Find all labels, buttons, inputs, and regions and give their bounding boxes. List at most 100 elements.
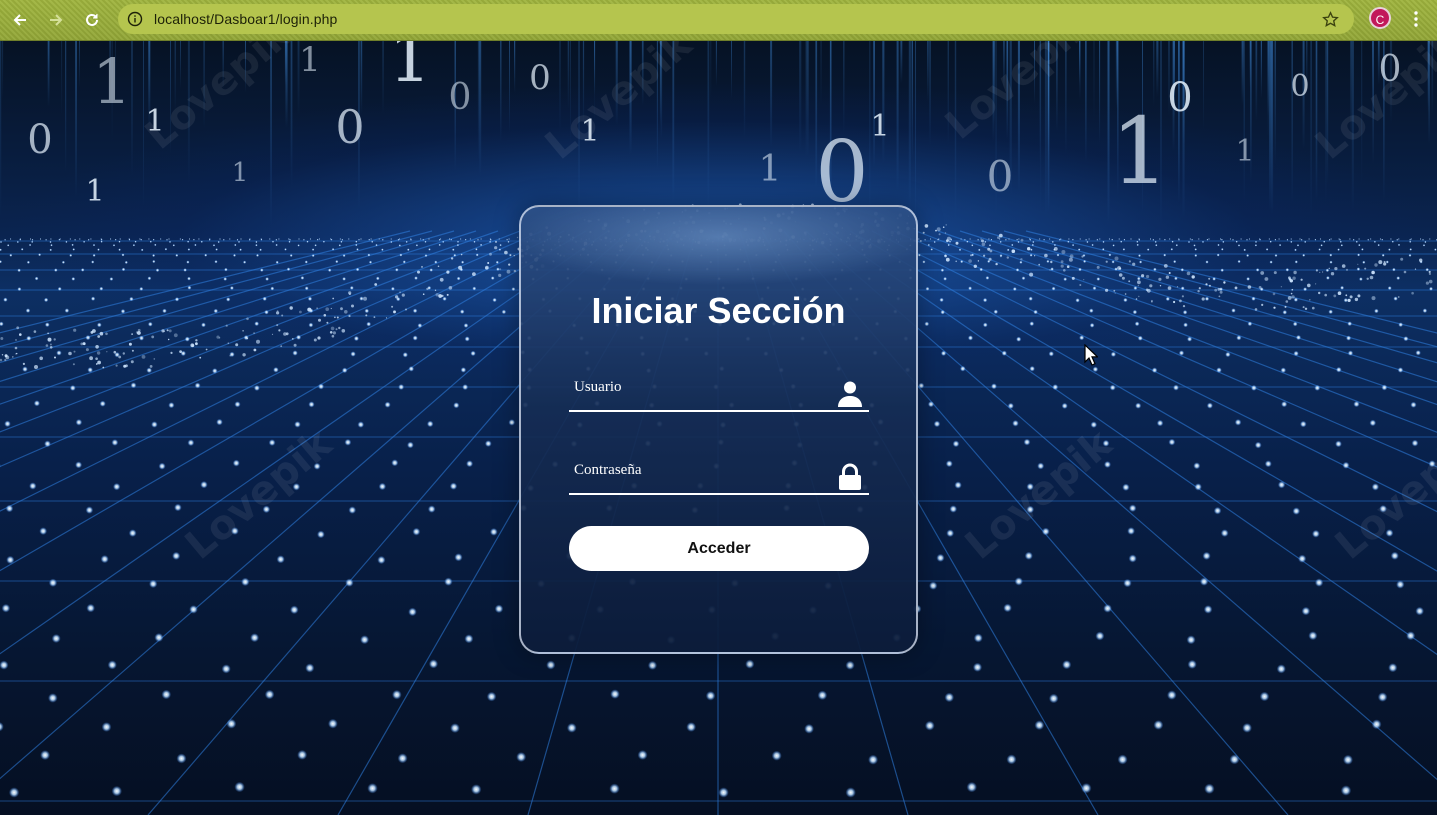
glow-dot — [1133, 286, 1138, 291]
glow-dot — [151, 421, 158, 428]
glow-dot — [1254, 240, 1258, 243]
glow-particle — [293, 343, 297, 347]
data-rain-streak — [1255, 41, 1258, 122]
glow-dot — [289, 254, 293, 257]
arrow-left-icon — [13, 14, 26, 26]
glow-dot — [253, 385, 260, 391]
glow-dot — [971, 244, 974, 247]
username-input[interactable] — [569, 370, 829, 410]
glow-dot — [1012, 287, 1017, 291]
glow-dot — [179, 238, 182, 240]
address-bar[interactable]: localhost/Dasboar1/login.php — [118, 4, 1354, 34]
forward-button[interactable] — [42, 6, 70, 34]
glow-dot — [1041, 527, 1050, 536]
grid-line — [0, 230, 609, 655]
glow-particle — [1137, 280, 1141, 285]
password-input[interactable] — [569, 453, 829, 493]
glow-dot — [74, 238, 76, 241]
glow-particle — [149, 365, 153, 368]
glow-dot — [1068, 238, 1070, 240]
data-rain-streak — [61, 41, 63, 116]
glow-dot — [1419, 238, 1422, 240]
glow-dot — [508, 238, 510, 240]
glow-dot — [114, 238, 117, 241]
glow-dot — [132, 244, 136, 247]
glow-dot — [1006, 248, 1010, 252]
binary-digit: 1 — [1235, 134, 1254, 169]
glow-particle — [516, 236, 519, 239]
glow-dot — [92, 253, 96, 257]
glow-dot — [308, 322, 314, 328]
glow-dot — [462, 384, 469, 391]
bookmark-button[interactable] — [1320, 9, 1340, 29]
glow-particle — [326, 321, 329, 324]
glow-dot — [1408, 253, 1412, 257]
browser-menu-button[interactable] — [1405, 6, 1427, 32]
glow-dot — [477, 238, 479, 241]
data-rain-streak — [820, 41, 822, 106]
glow-dot — [1043, 238, 1045, 241]
glow-dot — [1220, 529, 1229, 537]
back-button[interactable] — [6, 6, 34, 34]
glow-dot — [1339, 238, 1341, 241]
glow-dot — [1206, 402, 1213, 409]
glow-particle — [1150, 299, 1153, 302]
glow-dot — [973, 633, 983, 643]
glow-dot — [1103, 604, 1112, 613]
reload-button[interactable] — [78, 6, 106, 34]
lock-icon — [839, 463, 861, 490]
glow-particle — [1289, 279, 1294, 283]
glow-dot — [930, 248, 933, 251]
glow-particle — [330, 326, 335, 331]
glow-particle — [1053, 247, 1058, 251]
glow-dot — [968, 286, 973, 291]
glow-dot — [345, 578, 354, 587]
glow-dot — [964, 238, 966, 241]
glow-dot — [172, 551, 181, 560]
glow-dot — [508, 253, 512, 257]
glow-dot — [402, 352, 408, 358]
glow-dot — [1038, 238, 1041, 240]
glow-dot — [1250, 384, 1257, 391]
glow-particle — [395, 295, 399, 299]
glow-dot — [1339, 240, 1342, 243]
glow-dot — [1299, 238, 1301, 240]
glow-particle — [1302, 306, 1305, 309]
glow-dot — [65, 240, 68, 243]
glow-dot — [1139, 260, 1143, 264]
glow-particle — [421, 265, 423, 268]
glow-dot — [341, 238, 344, 241]
glow-particle — [168, 338, 170, 341]
glow-dot — [1388, 663, 1398, 673]
data-rain-streak — [710, 41, 712, 100]
glow-particle — [1121, 276, 1125, 280]
glow-dot — [154, 633, 164, 642]
glow-dot — [240, 238, 242, 240]
glow-particle — [998, 233, 1003, 238]
profile-avatar[interactable]: C — [1369, 7, 1391, 29]
glow-dot — [1259, 691, 1270, 702]
glow-dot — [1171, 240, 1174, 243]
login-submit-button[interactable]: Acceder — [569, 526, 869, 571]
glow-dot — [397, 238, 400, 241]
glow-dot — [1155, 244, 1158, 247]
glow-dot — [298, 238, 300, 240]
glow-dot — [490, 276, 495, 280]
glow-particle — [1345, 294, 1348, 297]
glow-dot — [311, 254, 315, 258]
glow-dot — [31, 240, 34, 243]
glow-dot — [1314, 578, 1324, 587]
glow-dot — [1361, 248, 1364, 251]
glow-dot — [87, 238, 90, 241]
glow-dot — [215, 248, 218, 251]
glow-particle — [489, 252, 492, 256]
glow-dot — [1236, 335, 1242, 341]
glow-dot — [1128, 554, 1137, 563]
glow-dot — [234, 781, 245, 793]
site-info-button[interactable] — [120, 4, 150, 34]
glow-dot — [1108, 238, 1111, 240]
glow-dot — [100, 555, 109, 564]
glow-dot — [1240, 238, 1242, 240]
glow-particle — [253, 332, 256, 334]
glow-dot — [966, 240, 969, 243]
